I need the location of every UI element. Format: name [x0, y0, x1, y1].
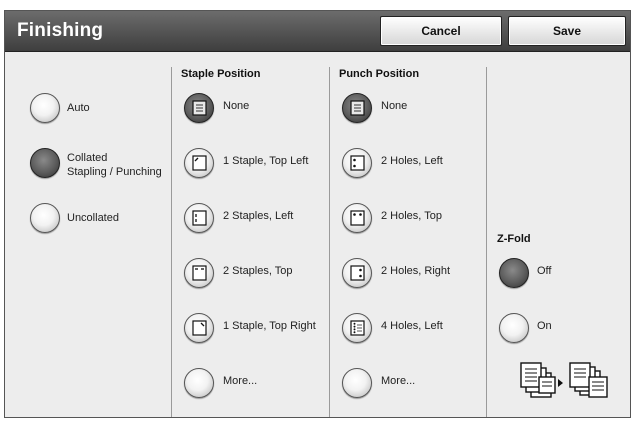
staples-top-icon [192, 265, 207, 281]
staple-top-right-icon [192, 320, 207, 336]
staple-more-radio[interactable] [184, 368, 214, 398]
cancel-button[interactable]: Cancel [380, 16, 502, 46]
staple-top-right-radio[interactable] [184, 313, 214, 343]
zfold-off-label: Off [537, 265, 552, 277]
staple-top-right-label: 1 Staple, Top Right [223, 320, 316, 332]
holes-right-radio[interactable] [342, 258, 372, 288]
punch-more-label: More... [381, 375, 416, 387]
auto-radio[interactable] [30, 93, 60, 123]
staple-top-left-label: 1 Staple, Top Left [223, 155, 309, 167]
four-holes-left-radio[interactable] [342, 313, 372, 343]
finishing-panel: Finishing Cancel Save Auto Collated Stap… [4, 10, 631, 418]
auto-label: Auto [67, 102, 90, 114]
punch-none-label: None [381, 100, 408, 112]
holes-right-label: 2 Holes, Right [381, 265, 451, 277]
z-fold-illustration-icon [520, 362, 608, 398]
staples-left-label: 2 Staples, Left [223, 210, 294, 222]
punch-position-heading: Punch Position [339, 68, 420, 80]
staple-none-radio[interactable] [184, 93, 214, 123]
zfold-off-radio[interactable] [499, 258, 529, 288]
zfold-on-label: On [537, 320, 552, 332]
none-icon [350, 100, 365, 116]
holes-left-radio[interactable] [342, 148, 372, 178]
punch-none-radio[interactable] [342, 93, 372, 123]
four-holes-left-icon [350, 320, 365, 336]
punch-more-radio[interactable] [342, 368, 372, 398]
zfold-on-radio[interactable] [499, 313, 529, 343]
page-title: Finishing [17, 20, 104, 41]
staples-top-label: 2 Staples, Top [223, 265, 293, 277]
staple-more-label: More... [223, 375, 258, 387]
none-icon [192, 100, 207, 116]
collated-radio[interactable] [30, 148, 60, 178]
holes-left-label: 2 Holes, Left [381, 155, 443, 167]
z-fold-heading: Z-Fold [497, 233, 531, 245]
divider [329, 67, 330, 417]
uncollated-label: Uncollated [67, 212, 119, 224]
holes-top-radio[interactable] [342, 203, 372, 233]
staples-left-icon [192, 210, 207, 226]
divider [171, 67, 172, 417]
staple-none-label: None [223, 100, 250, 112]
staples-top-radio[interactable] [184, 258, 214, 288]
collated-label: Collated Stapling / Punching [67, 152, 162, 178]
holes-top-icon [350, 210, 365, 226]
staple-top-left-icon [192, 155, 207, 171]
staples-left-radio[interactable] [184, 203, 214, 233]
uncollated-radio[interactable] [30, 203, 60, 233]
save-button[interactable]: Save [508, 16, 626, 46]
staple-top-left-radio[interactable] [184, 148, 214, 178]
holes-left-icon [350, 155, 365, 171]
holes-top-label: 2 Holes, Top [381, 210, 442, 222]
divider [486, 67, 487, 417]
four-holes-left-label: 4 Holes, Left [381, 320, 443, 332]
holes-right-icon [350, 265, 365, 281]
staple-position-heading: Staple Position [181, 68, 261, 80]
title-bar: Finishing Cancel Save [5, 11, 630, 52]
